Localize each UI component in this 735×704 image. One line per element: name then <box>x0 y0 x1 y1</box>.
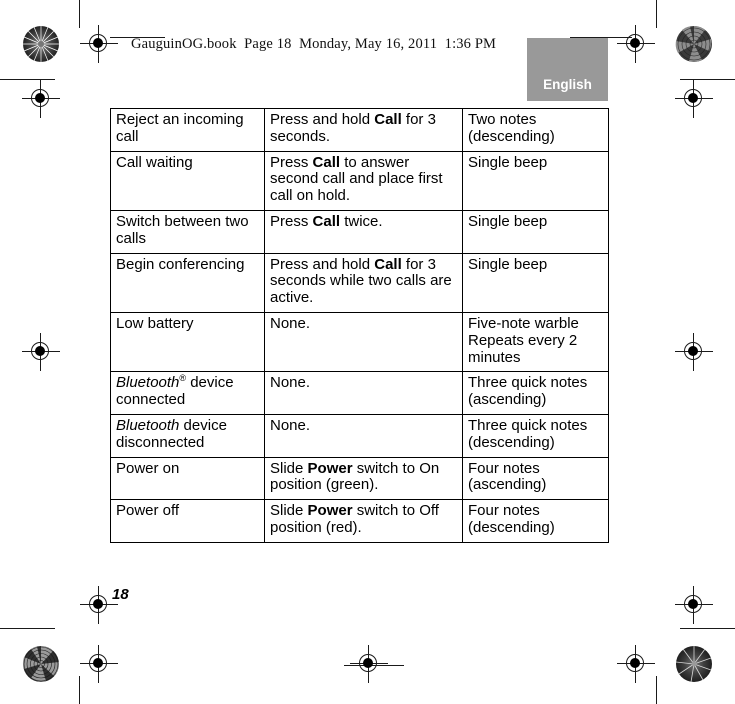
cell-action: Power off <box>110 499 265 543</box>
cell-action: Reject an incoming call <box>110 108 265 152</box>
cell-how-to: Press and hold Call for 3 seconds while … <box>264 252 463 313</box>
cell-sound: Three quick notes (ascending) <box>462 371 609 415</box>
registration-target-top-right <box>617 25 655 63</box>
registration-target-right-upper <box>675 80 713 118</box>
crop-line-bottom-right-vertical <box>656 676 657 704</box>
registration-dot <box>93 658 103 668</box>
document-header-info: GauguinOG.book Page 18 Monday, May 16, 2… <box>131 36 497 52</box>
starburst-icon <box>23 26 59 62</box>
registration-target-right-lower <box>675 586 713 624</box>
registration-dot <box>688 599 698 609</box>
table-row: Call waiting Press Call to answer second … <box>110 150 609 211</box>
table-row: Bluetooth® device connected None. Three qu… <box>110 371 609 415</box>
cell-sound: Single beep <box>462 150 609 211</box>
table-row: Power off Slide Power switch to Off posit… <box>110 499 609 543</box>
cell-how-to: Press and hold Call for 3 seconds. <box>264 108 463 152</box>
cell-action: Bluetooth device disconnected <box>110 413 265 458</box>
registration-target-bottom-left <box>80 645 118 683</box>
registration-dot <box>630 38 640 48</box>
sound-indicators-table: Reject an incoming call Press and hold Ca… <box>110 108 609 543</box>
cell-how-to: Slide Power switch to Off position (red)… <box>264 499 463 543</box>
registration-dot <box>35 346 45 356</box>
cell-action: Call waiting <box>110 150 265 211</box>
registration-target-left-middle <box>22 333 60 371</box>
page-number: 18 <box>112 586 129 603</box>
cell-sound: Single beep <box>462 252 609 313</box>
cell-sound: Four notes (ascending) <box>462 456 609 501</box>
starburst-icon <box>22 646 60 682</box>
starburst-icon <box>675 646 712 683</box>
registration-target-top-left <box>80 25 118 63</box>
registration-dot <box>688 93 698 103</box>
cell-how-to: Press Call to answer second call and pla… <box>264 150 463 211</box>
table-row: Switch between two calls Press Call twice… <box>110 209 609 254</box>
registration-dot <box>630 658 640 668</box>
language-tab: English <box>527 38 608 101</box>
starburst-icon <box>675 26 712 62</box>
cell-sound: Three quick notes (descending) <box>462 413 609 458</box>
cell-how-to: None. <box>264 371 463 415</box>
table-row: Bluetooth device disconnected None. Three … <box>110 413 609 458</box>
cell-how-to: Slide Power switch to On position (green… <box>264 456 463 501</box>
language-tab-label: English <box>543 77 592 92</box>
cell-sound: Five-note warble Repeats every 2 minutes <box>462 311 609 373</box>
table-row: Power on Slide Power switch to On positio… <box>110 456 609 501</box>
cell-action: Low battery <box>110 311 265 373</box>
cell-action: Power on <box>110 456 265 501</box>
registration-dot <box>363 658 373 668</box>
registration-dot <box>35 93 45 103</box>
table-row: Reject an incoming call Press and hold Ca… <box>110 108 609 152</box>
sound-table-body: Reject an incoming call Press and hold Ca… <box>110 108 609 543</box>
crop-line-bottom-right-horizontal <box>680 628 735 629</box>
starburst-mark-bottom-left <box>22 645 60 683</box>
registration-target-left-upper <box>22 80 60 118</box>
registration-target-right-middle <box>675 333 713 371</box>
cell-sound: Four notes (descending) <box>462 499 609 543</box>
crop-line-bottom-left-horizontal <box>0 628 55 629</box>
crop-line-top-right-vertical <box>656 0 657 28</box>
table-row: Low battery None. Five-note warble Repeats… <box>110 311 609 373</box>
registration-dot <box>93 599 103 609</box>
cell-how-to: Press Call twice. <box>264 209 463 254</box>
cell-how-to: None. <box>264 311 463 373</box>
cell-sound: Two notes (descending) <box>462 108 609 152</box>
crop-line-top-left-vertical <box>79 0 80 28</box>
registration-dot <box>688 346 698 356</box>
cell-how-to: None. <box>264 413 463 458</box>
starburst-mark-bottom-right <box>675 645 713 683</box>
registration-target-bottom-right <box>617 645 655 683</box>
starburst-mark-top-left <box>22 25 60 63</box>
registration-dot <box>93 38 103 48</box>
cell-action: Switch between two calls <box>110 209 265 254</box>
cell-action: Begin conferencing <box>110 252 265 313</box>
cell-action: Bluetooth® device connected <box>110 371 265 415</box>
table-row: Begin conferencing Press and hold Call fo… <box>110 252 609 313</box>
cell-sound: Single beep <box>462 209 609 254</box>
registration-target-bottom-center <box>350 645 388 683</box>
starburst-mark-top-right <box>675 25 713 63</box>
